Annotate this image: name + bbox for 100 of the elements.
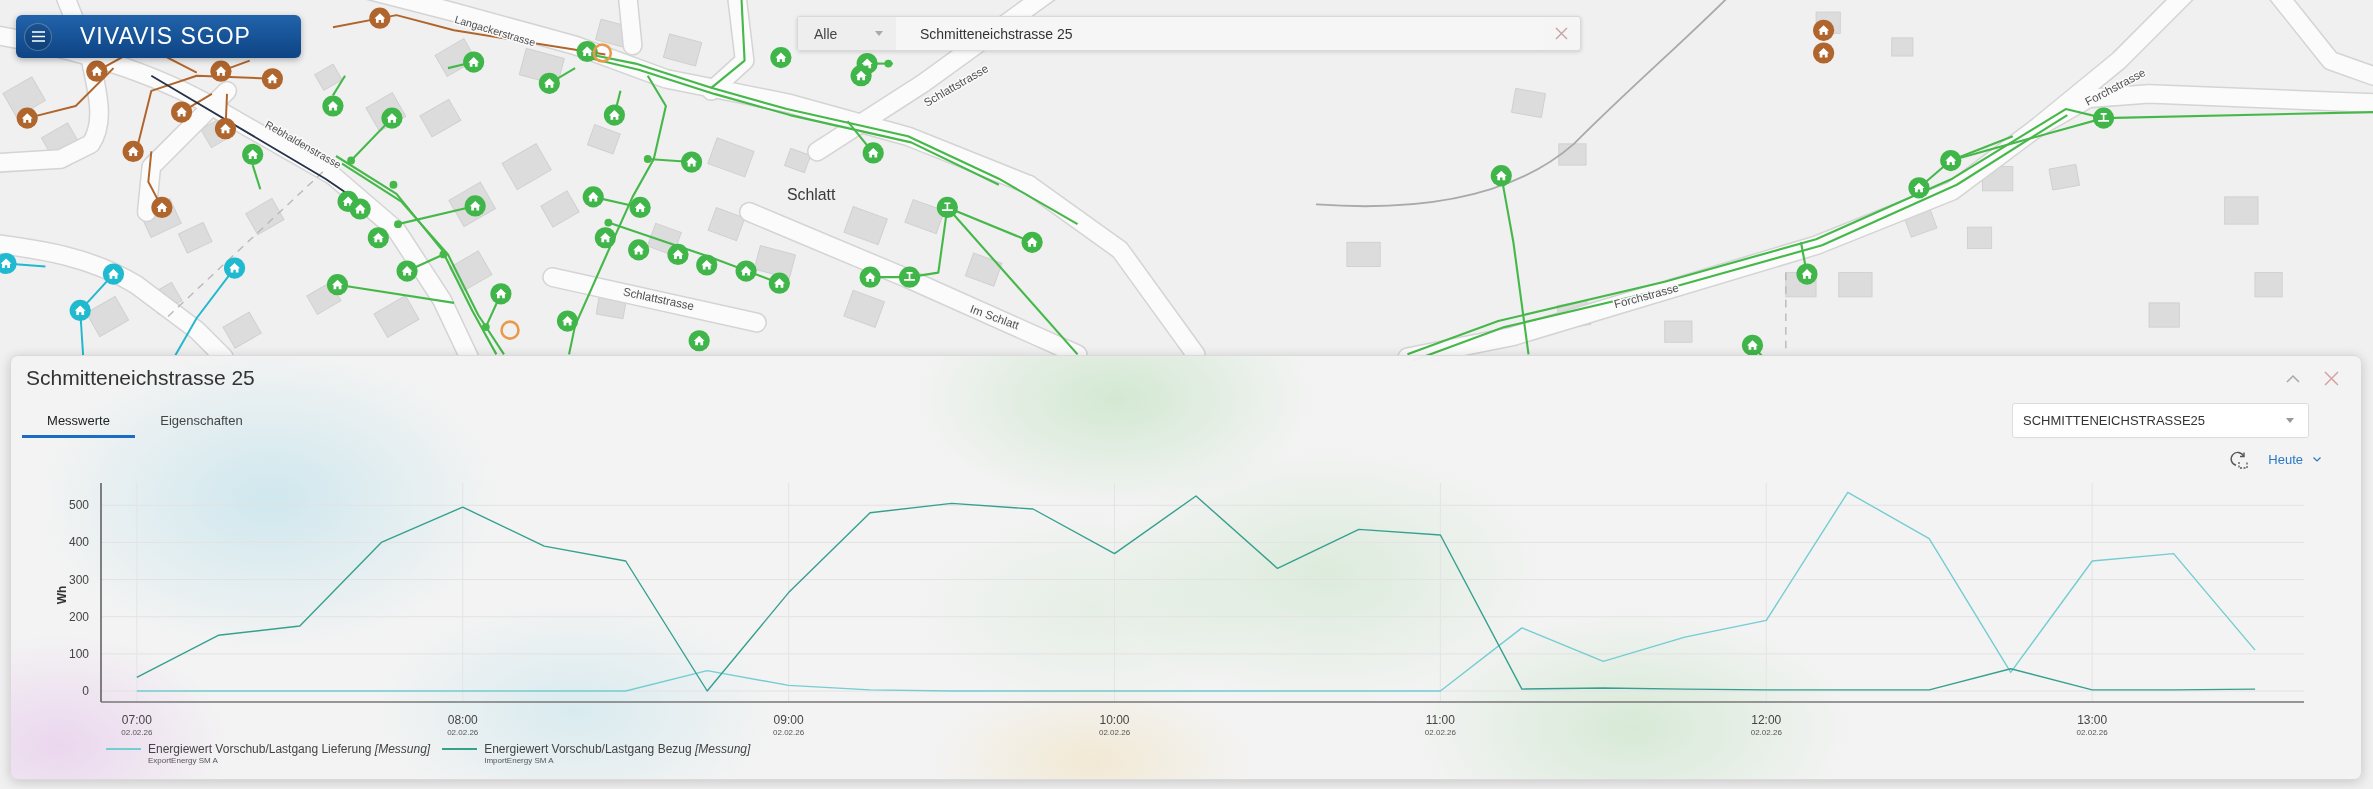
house-marker-icon[interactable] xyxy=(349,198,371,220)
house-marker-icon[interactable] xyxy=(86,60,108,82)
axis-tick-label: 13:00 xyxy=(2077,713,2108,727)
junction-dot-icon xyxy=(347,156,356,165)
house-marker-icon[interactable] xyxy=(681,151,703,173)
house-marker-icon[interactable] xyxy=(367,227,389,249)
axis-tick-date: 02.02.26 xyxy=(2076,728,2108,737)
refresh-icon[interactable] xyxy=(2229,449,2249,469)
junction-dot-icon xyxy=(643,155,652,163)
junction-dot-icon xyxy=(389,180,398,189)
axis-tick-label: 07:00 xyxy=(121,713,152,727)
house-marker-icon[interactable] xyxy=(381,107,403,129)
node-marker-icon[interactable] xyxy=(936,196,958,219)
house-marker-icon[interactable] xyxy=(171,101,193,123)
axis-tick-label: 500 xyxy=(68,498,89,513)
axis-tick-date: 02.02.26 xyxy=(1098,728,1131,737)
legend-sublabel: ImportEnergy SM A xyxy=(484,756,555,766)
category-select[interactable]: Alle xyxy=(798,17,896,50)
house-marker-icon[interactable] xyxy=(1813,19,1835,41)
house-marker-icon[interactable] xyxy=(1940,149,1962,172)
house-marker-icon[interactable] xyxy=(1021,231,1043,253)
house-marker-icon[interactable] xyxy=(122,140,144,163)
house-marker-icon[interactable] xyxy=(850,65,872,87)
house-marker-icon[interactable] xyxy=(603,104,626,126)
axis-tick-date: 02.02.26 xyxy=(1750,728,1782,737)
building xyxy=(753,245,796,279)
house-marker-icon[interactable] xyxy=(556,310,579,332)
house-marker-icon[interactable] xyxy=(322,95,344,117)
street-label: Schlatt xyxy=(786,185,836,203)
house-marker-icon[interactable] xyxy=(629,196,651,219)
house-marker-icon[interactable] xyxy=(1741,334,1764,356)
house-marker-icon[interactable] xyxy=(628,239,650,261)
house-marker-icon[interactable] xyxy=(224,257,246,279)
house-marker-icon[interactable] xyxy=(862,142,884,164)
house-marker-icon[interactable] xyxy=(396,260,418,282)
axis-tick-date: 02.02.26 xyxy=(1424,728,1456,737)
house-marker-icon[interactable] xyxy=(1908,177,1930,199)
caret-icon xyxy=(875,31,883,36)
house-marker-icon[interactable] xyxy=(69,299,91,322)
ring-marker-icon[interactable] xyxy=(592,43,613,63)
house-marker-icon[interactable] xyxy=(214,118,237,140)
house-marker-icon[interactable] xyxy=(582,186,604,208)
close-icon[interactable] xyxy=(2324,370,2339,386)
axis-tick-label: 100 xyxy=(68,646,89,661)
house-marker-icon[interactable] xyxy=(0,252,17,275)
app-logo: VIVAVIS SGOP xyxy=(79,23,252,50)
junction-dot-icon xyxy=(439,250,448,259)
house-marker-icon[interactable] xyxy=(768,272,790,294)
ring-marker-icon[interactable] xyxy=(500,320,520,340)
house-marker-icon[interactable] xyxy=(464,195,486,217)
house-marker-icon[interactable] xyxy=(210,60,232,82)
search-field[interactable]: Schmitteneichstrasse 25 xyxy=(896,17,1543,50)
house-marker-icon[interactable] xyxy=(1813,42,1835,64)
house-marker-icon[interactable] xyxy=(667,243,689,265)
house-marker-icon[interactable] xyxy=(1490,165,1512,187)
tab[interactable]: Messwerte xyxy=(22,406,135,438)
tab[interactable]: Eigenschaften xyxy=(145,406,258,438)
street-label: Im Schlatt xyxy=(968,302,1021,332)
house-marker-icon[interactable] xyxy=(735,260,757,282)
house-marker-icon[interactable] xyxy=(326,274,349,296)
axis-tick-date: 02.02.26 xyxy=(121,728,153,737)
house-marker-icon[interactable] xyxy=(463,51,485,73)
house-marker-icon[interactable] xyxy=(576,40,598,63)
node-marker-icon[interactable] xyxy=(2093,107,2115,129)
axis-tick-label: 300 xyxy=(68,572,89,587)
node-marker-icon[interactable] xyxy=(898,266,921,288)
axis-tick-date: 02.02.26 xyxy=(773,728,805,737)
building xyxy=(2048,163,2080,191)
house-marker-icon[interactable] xyxy=(688,330,710,352)
search-bar[interactable]: Alle Schmitteneichstrasse 25 xyxy=(797,16,1581,51)
house-marker-icon[interactable] xyxy=(770,46,792,69)
house-marker-icon[interactable] xyxy=(859,266,881,288)
axis-tick-label: 200 xyxy=(68,609,89,624)
axis-tick-label: 09:00 xyxy=(773,713,804,727)
house-marker-icon[interactable] xyxy=(369,7,391,29)
close-icon[interactable] xyxy=(1555,27,1568,40)
junction-dot-icon xyxy=(394,220,402,229)
axis-tick-label: 10:00 xyxy=(1099,713,1130,727)
period-select[interactable]: Heute xyxy=(2268,451,2321,467)
chevron-up-icon[interactable] xyxy=(2286,373,2300,383)
panel-title: Schmitteneichstrasse 25 xyxy=(26,366,256,390)
house-marker-icon[interactable] xyxy=(261,68,283,90)
caret-icon xyxy=(2286,418,2294,423)
house-marker-icon[interactable] xyxy=(1796,263,1818,285)
house-marker-icon[interactable] xyxy=(16,107,38,129)
axis-tick-label: 11:00 xyxy=(1425,713,1455,727)
house-marker-icon[interactable] xyxy=(696,254,718,276)
house-marker-icon[interactable] xyxy=(242,143,264,166)
house-marker-icon[interactable] xyxy=(490,283,512,305)
meter-select[interactable]: SCHMITTENEICHSTRASSE25 xyxy=(2012,403,2309,438)
axis-tick-label: 400 xyxy=(68,535,89,550)
building xyxy=(1664,320,1693,343)
house-marker-icon[interactable] xyxy=(151,196,173,219)
menu-button[interactable] xyxy=(24,22,52,51)
chevron-down-icon xyxy=(2313,456,2321,462)
building xyxy=(1838,272,1873,298)
axis-tick-label: 12:00 xyxy=(1751,713,1782,727)
house-marker-icon[interactable] xyxy=(102,263,125,285)
house-marker-icon[interactable] xyxy=(594,227,616,249)
house-marker-icon[interactable] xyxy=(538,72,560,94)
